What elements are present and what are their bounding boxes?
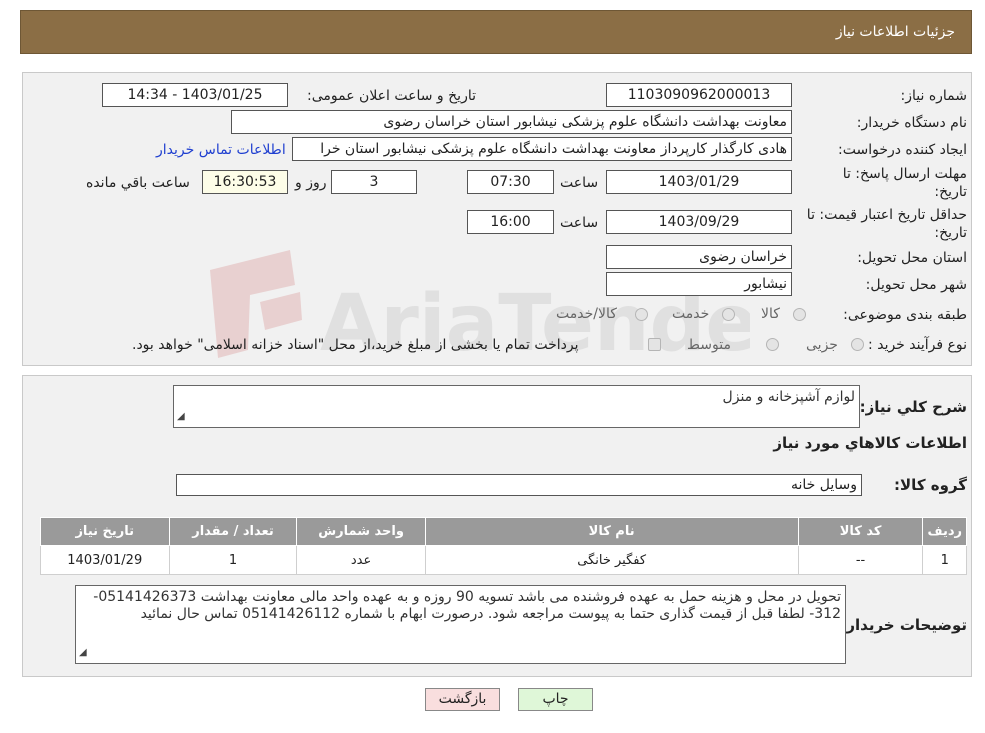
buyer-notes-field: تحویل در محل و هزینه حمل به عهده فروشنده… bbox=[75, 585, 846, 664]
col-unit: واحد شمارش bbox=[296, 517, 426, 546]
reply-deadline-label-2: تاریخ: bbox=[934, 184, 967, 200]
buyer-contact-link[interactable]: اطلاعات تماس خریدار bbox=[156, 142, 286, 158]
col-row: رديف bbox=[922, 517, 967, 546]
goods-table-header: رديف کد کالا نام کالا واحد شمارش تعداد /… bbox=[40, 517, 967, 546]
price-validity-date: 1403/09/29 bbox=[606, 210, 792, 234]
delivery-province-label: استان محل تحویل: bbox=[857, 250, 967, 266]
reply-deadline-label: مهلت ارسال پاسخ: تا bbox=[842, 166, 967, 182]
resize-grip-icon[interactable]: ◢ bbox=[79, 644, 87, 661]
reply-deadline-date: 1403/01/29 bbox=[606, 170, 792, 194]
category-goods-radio[interactable] bbox=[793, 308, 806, 321]
page-title: جزئیات اطلاعات نیاز bbox=[835, 24, 955, 40]
category-label: طبقه بندی موضوعی: bbox=[843, 307, 967, 323]
col-name: نام کالا bbox=[424, 517, 799, 546]
delivery-city-label: شهر محل تحویل: bbox=[865, 277, 967, 293]
price-validity-label: حداقل تاریخ اعتبار قیمت: تا bbox=[806, 207, 967, 223]
price-validity-time-label: ساعت bbox=[560, 215, 599, 231]
cell-qty: 1 bbox=[168, 545, 298, 575]
summary-label: شرح کلي نياز: bbox=[859, 398, 967, 416]
buyer-notes-text: تحویل در محل و هزینه حمل به عهده فروشنده… bbox=[93, 589, 841, 622]
remaining-days: 3 bbox=[331, 170, 417, 194]
print-button[interactable]: چاپ bbox=[518, 688, 593, 711]
buyer-org-label: نام دستگاه خریدار: bbox=[856, 115, 967, 131]
back-button[interactable]: بازگشت bbox=[425, 688, 500, 711]
price-validity-time: 16:00 bbox=[467, 210, 554, 234]
reply-deadline-time-label: ساعت bbox=[560, 175, 599, 191]
category-service-radio[interactable] bbox=[722, 308, 735, 321]
need-number-label: شماره نیاز: bbox=[900, 88, 968, 104]
category-goods-label: کالا bbox=[761, 306, 780, 322]
table-row: 1 -- کفگیر خانگی عدد 1 1403/01/29 bbox=[40, 545, 967, 575]
cell-name: کفگیر خانگی bbox=[424, 545, 799, 575]
resize-grip-icon[interactable]: ◢ bbox=[177, 408, 185, 425]
summary-field: لوازم آشپزخانه و منزل ◢ bbox=[173, 385, 860, 428]
goods-info-title: اطلاعات کالاهاي مورد نياز bbox=[773, 434, 967, 452]
cell-need-date: 1403/01/29 bbox=[40, 545, 170, 575]
summary-text: لوازم آشپزخانه و منزل bbox=[722, 389, 855, 405]
requester-field: هادی کارگذار کارپرداز معاونت بهداشت دانش… bbox=[292, 137, 792, 161]
purchase-minor-label: جزیی bbox=[806, 337, 838, 353]
goods-group-field: وسایل خانه bbox=[176, 474, 862, 496]
reply-deadline-time: 07:30 bbox=[467, 170, 554, 194]
cell-code: -- bbox=[797, 545, 924, 575]
remaining-time-label: ساعت باقي مانده bbox=[86, 175, 190, 191]
buyer-notes-label: توضیحات خریدار: bbox=[840, 616, 967, 634]
goods-group-label: گروه کالا: bbox=[894, 476, 967, 494]
days-label: روز و bbox=[295, 175, 327, 191]
purchase-medium-label: متوسط bbox=[687, 337, 731, 353]
purchase-medium-radio[interactable] bbox=[766, 338, 779, 351]
delivery-city-field: نیشابور bbox=[606, 272, 792, 296]
delivery-province-field: خراسان رضوی bbox=[606, 245, 792, 269]
cell-row: 1 bbox=[922, 545, 967, 575]
purchase-type-label: نوع فرآیند خرید : bbox=[868, 337, 967, 353]
goods-table: رديف کد کالا نام کالا واحد شمارش تعداد /… bbox=[40, 517, 967, 575]
treasury-note: پرداخت تمام یا بخشی از مبلغ خرید،از محل … bbox=[132, 337, 579, 353]
announce-datetime-label: تاریخ و ساعت اعلان عمومی: bbox=[307, 88, 476, 104]
announce-datetime-field: 1403/01/25 - 14:34 bbox=[102, 83, 288, 107]
category-goods-service-label: کالا/خدمت bbox=[556, 306, 617, 322]
col-code: کد کالا bbox=[797, 517, 924, 546]
requester-label: ایجاد کننده درخواست: bbox=[838, 142, 967, 158]
purchase-minor-radio[interactable] bbox=[851, 338, 864, 351]
col-need-date: تاریخ نیاز bbox=[40, 517, 170, 546]
buyer-org-field: معاونت بهداشت دانشگاه علوم پزشکی نیشابور… bbox=[231, 110, 792, 134]
category-service-label: خدمت bbox=[672, 306, 710, 322]
category-goods-service-radio[interactable] bbox=[635, 308, 648, 321]
price-validity-label-2: تاریخ: bbox=[934, 225, 967, 241]
treasury-checkbox[interactable] bbox=[648, 338, 661, 351]
cell-unit: عدد bbox=[296, 545, 426, 575]
need-number-field: 1103090962000013 bbox=[606, 83, 792, 107]
col-qty: تعداد / مقدار bbox=[168, 517, 298, 546]
page-header: جزئیات اطلاعات نیاز bbox=[20, 10, 972, 54]
remaining-time: 16:30:53 bbox=[202, 170, 288, 194]
